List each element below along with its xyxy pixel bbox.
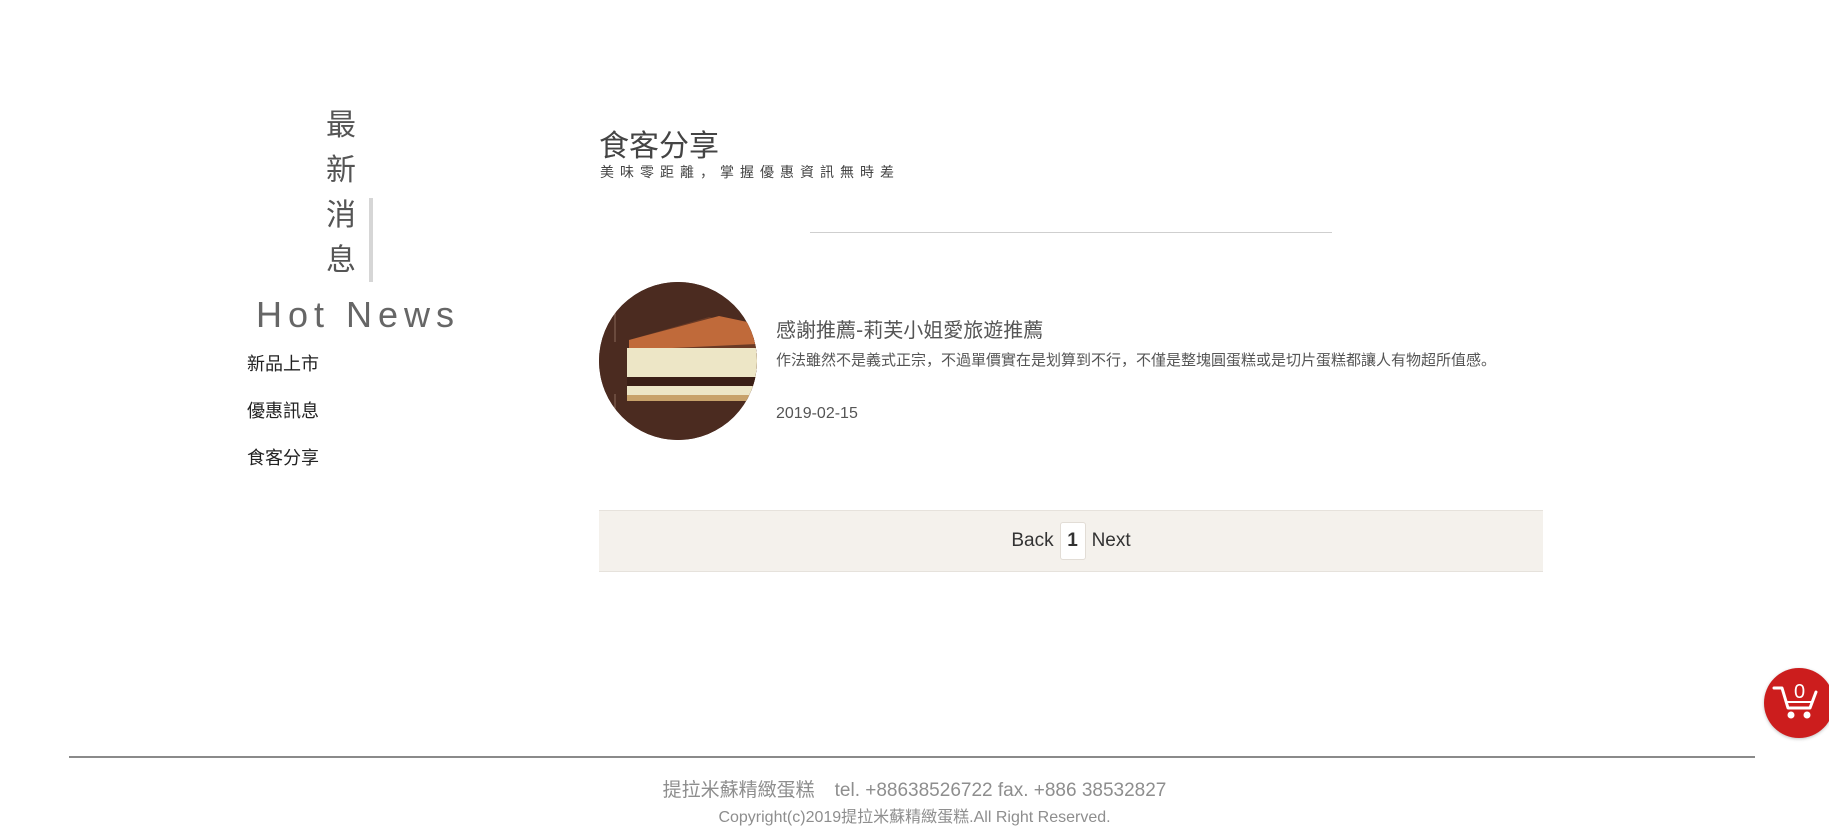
footer-divider	[69, 756, 1755, 758]
sidebar-item-promotions[interactable]: 優惠訊息	[247, 399, 319, 446]
pagination-next-link[interactable]: Next	[1090, 530, 1133, 552]
page-subtitle: 美味零距離，掌握優惠資訊無時差	[600, 165, 900, 181]
sidebar-title-char: 息	[326, 243, 356, 278]
article-title-link[interactable]: 感謝推薦-莉芙小姐愛旅遊推薦	[776, 314, 1043, 343]
page-title: 食客分享	[599, 129, 719, 164]
sidebar-english-title: Hot News	[256, 294, 461, 335]
sidebar-title-char: 新	[326, 153, 356, 188]
cart-button[interactable]: 0	[1764, 668, 1829, 738]
article-thumbnail[interactable]	[599, 282, 757, 440]
footer-brand: 提拉米蘇精緻蛋糕	[662, 780, 815, 801]
pagination-back-link[interactable]: Back	[1009, 530, 1055, 552]
footer-copyright: Copyright(c)2019提拉米蘇精緻蛋糕.All Right Reser…	[718, 809, 1111, 826]
sidebar-item-new-products[interactable]: 新品上市	[247, 352, 319, 399]
sidebar-accent-bar	[369, 198, 373, 282]
sidebar-title-char: 消	[326, 198, 356, 233]
pagination: Back 1 Next	[599, 510, 1543, 572]
sidebar-menu: 新品上市 優惠訊息 食客分享	[247, 352, 319, 493]
cart-count-badge: 0	[1794, 681, 1806, 703]
article-excerpt: 作法雖然不是義式正宗，不過單價實在是划算到不行，不僅是整塊圓蛋糕或是切片蛋糕都讓…	[776, 351, 1497, 369]
heading-divider	[810, 232, 1332, 233]
footer-contact: 提拉米蘇精緻蛋糕 tel. +88638526722 fax. +886 3853…	[0, 775, 1829, 802]
sidebar-title-char: 最	[326, 108, 356, 143]
article-date: 2019-02-15	[776, 405, 858, 422]
sidebar-vertical-title: 最 新 消 息	[318, 103, 364, 283]
footer-phone-fax: tel. +88638526722 fax. +886 38532827	[834, 780, 1167, 801]
sidebar-item-customer-sharing[interactable]: 食客分享	[247, 446, 319, 493]
pagination-current-page[interactable]: 1	[1059, 522, 1086, 560]
